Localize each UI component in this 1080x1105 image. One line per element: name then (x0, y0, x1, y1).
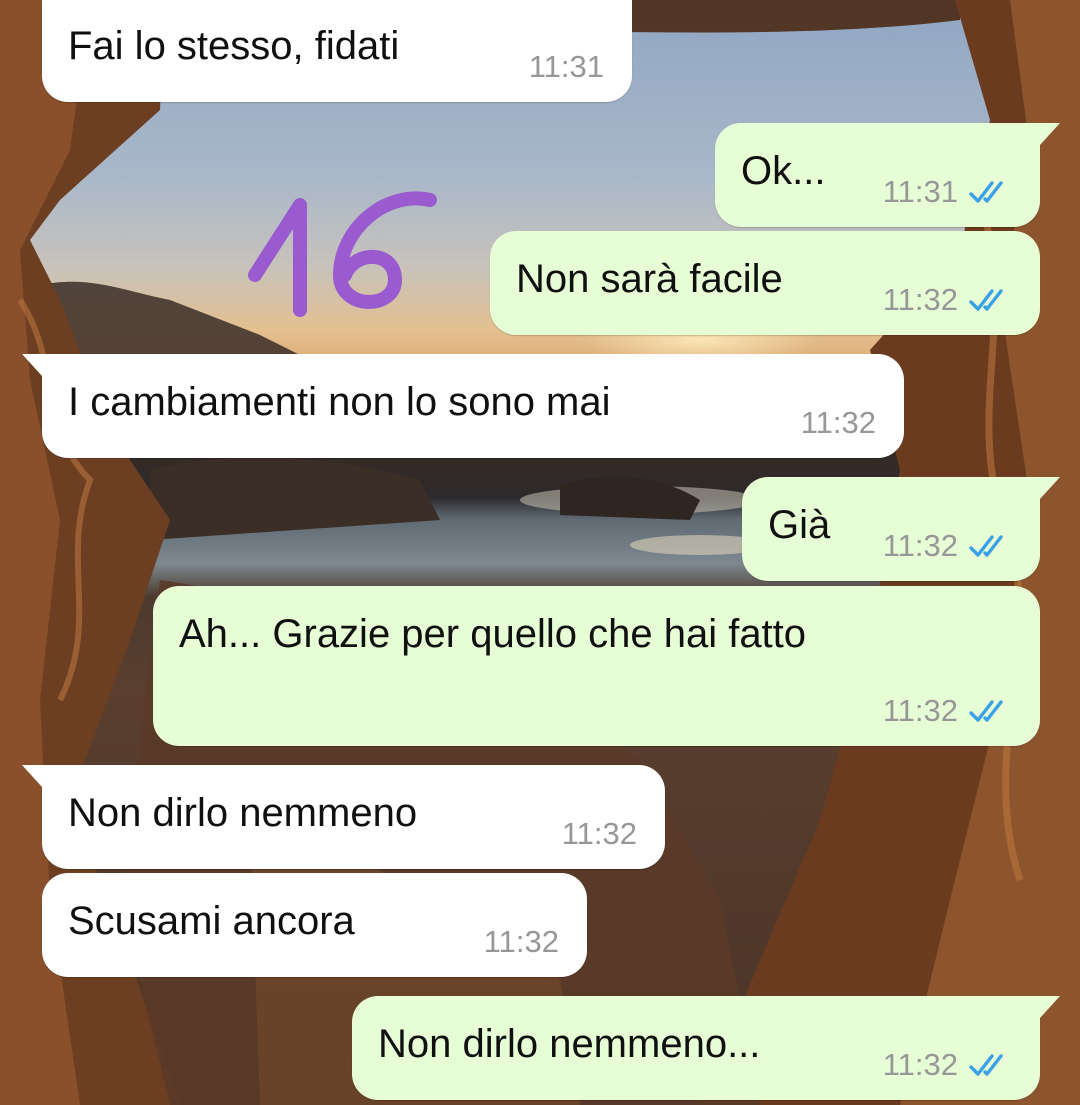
message-bubble-outgoing[interactable]: Ok... 11:31 (715, 123, 1060, 227)
double-check-read-icon (969, 289, 1003, 311)
message-bubble-outgoing[interactable]: Ah... Grazie per quello che hai fatto 11… (153, 586, 1040, 746)
message-meta: 11:31 (883, 175, 1012, 209)
message-text: Non dirlo nemmeno... (378, 1022, 761, 1066)
message-meta: 11:32 (883, 694, 1012, 728)
message-bubble-incoming[interactable]: Scusami ancora 11:32 (42, 873, 587, 977)
message-text: Non dirlo nemmeno (68, 791, 418, 835)
message-text: Scusami ancora (68, 899, 355, 943)
double-check-read-icon (969, 535, 1003, 557)
message-time: 11:32 (882, 1047, 958, 1082)
message-time: 11:32 (800, 405, 876, 440)
message-time: 11:32 (561, 816, 637, 851)
double-check-read-icon (969, 181, 1003, 203)
message-meta: 11:32 (883, 529, 1012, 563)
message-text: Ah... Grazie per quello che hai fatto (179, 612, 807, 656)
message-time: 11:32 (882, 693, 958, 728)
message-text: Non sarà facile (516, 257, 783, 301)
message-text: Già (768, 503, 831, 547)
message-meta: 11:32 (883, 1048, 1012, 1082)
message-meta: 11:32 (562, 817, 637, 851)
message-bubble-outgoing[interactable]: Già 11:32 (742, 477, 1060, 581)
message-text: Ok... (741, 149, 826, 193)
message-text: Fai lo stesso, fidati (68, 24, 400, 68)
message-meta: 11:32 (484, 925, 559, 959)
double-check-read-icon (969, 700, 1003, 722)
message-bubble-outgoing[interactable]: Non dirlo nemmeno... 11:32 (352, 996, 1060, 1100)
message-meta: 11:32 (883, 283, 1012, 317)
message-bubble-incoming[interactable]: Non dirlo nemmeno 11:32 (22, 765, 665, 869)
message-bubble-incoming[interactable]: I cambiamenti non lo sono mai 11:32 (22, 354, 904, 458)
message-time: 11:31 (882, 174, 958, 209)
message-time: 11:31 (528, 49, 604, 84)
overlay-number-text: 16 (245, 180, 247, 181)
message-bubble-outgoing[interactable]: Non sarà facile 11:32 (490, 231, 1040, 335)
message-bubble-incoming[interactable]: Fai lo stesso, fidati 11:31 (42, 0, 632, 102)
message-meta: 11:32 (801, 406, 876, 440)
message-text: I cambiamenti non lo sono mai (68, 380, 611, 424)
message-time: 11:32 (882, 528, 958, 563)
message-time: 11:32 (483, 924, 559, 959)
double-check-read-icon (969, 1054, 1003, 1076)
handwritten-number-16: 16 (245, 180, 437, 317)
message-meta: 11:31 (529, 50, 604, 84)
message-time: 11:32 (882, 282, 958, 317)
